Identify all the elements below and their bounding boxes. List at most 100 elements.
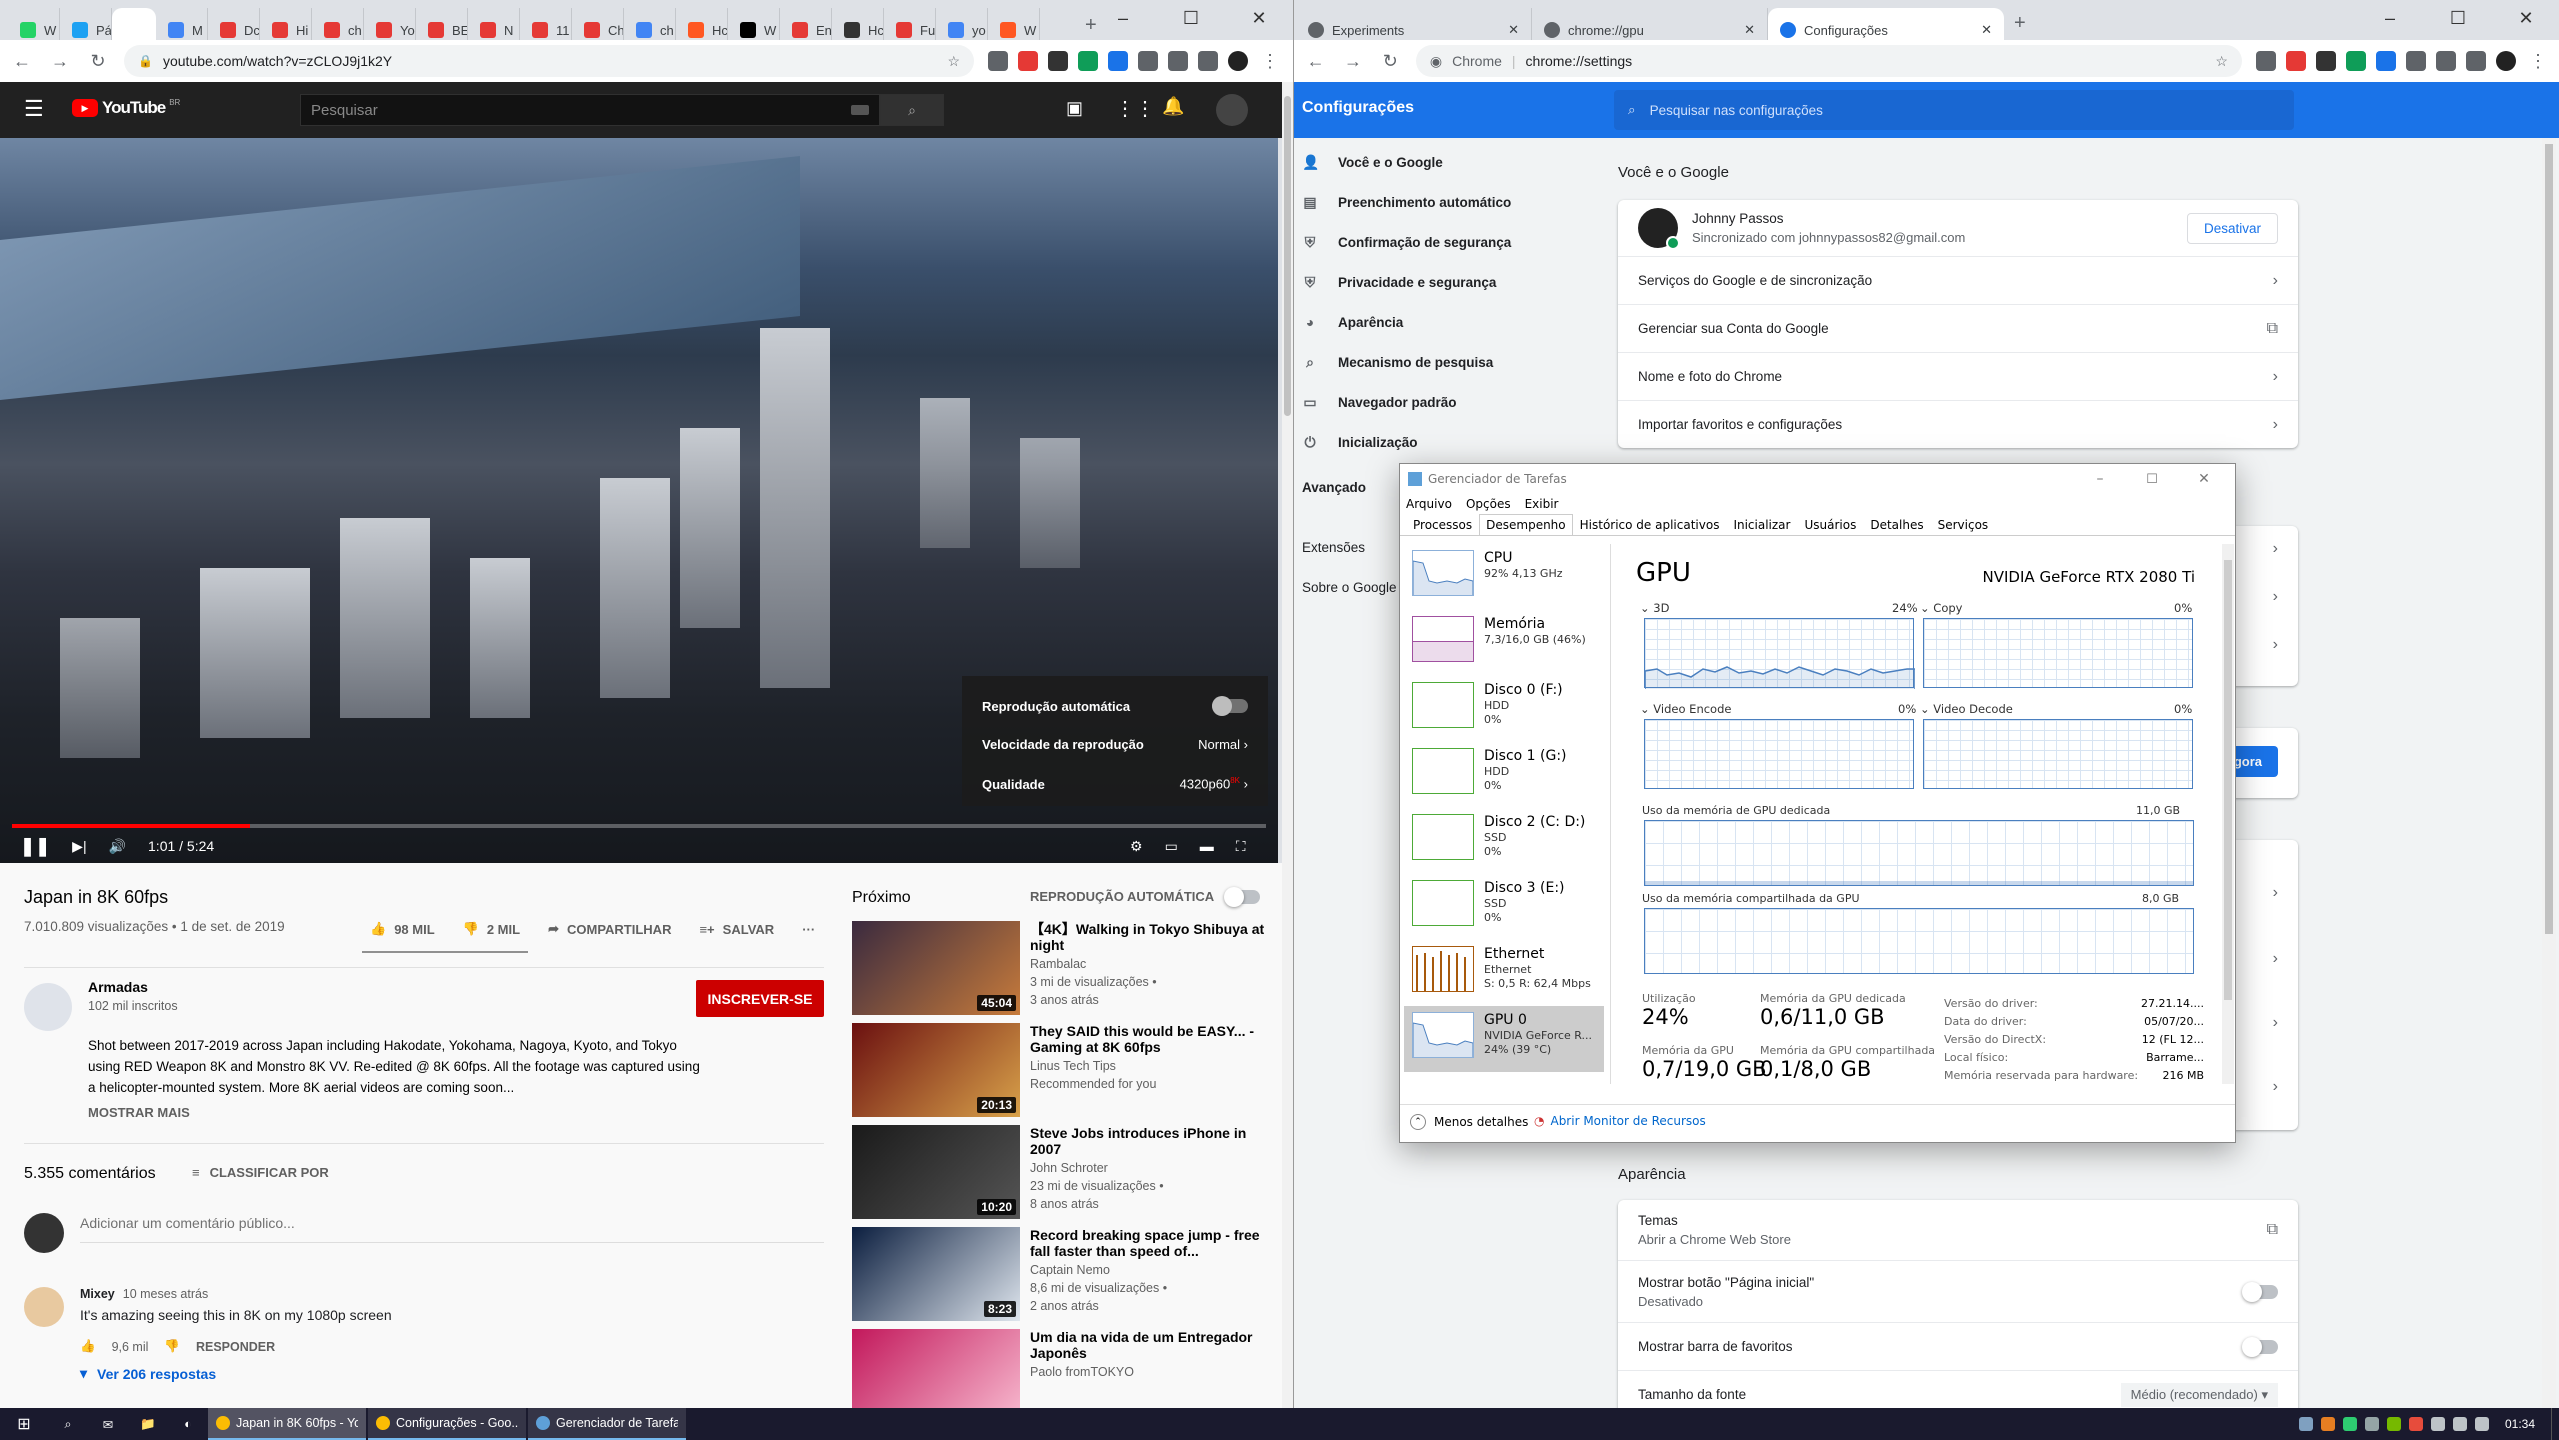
maximize-icon[interactable]: ☐	[1157, 0, 1225, 36]
media-icon[interactable]	[1198, 51, 1218, 71]
nav-item[interactable]: ⛨ Confirmação de segurança	[1296, 222, 1576, 262]
chevron-right-icon[interactable]: ›	[2273, 884, 2278, 902]
volume-icon[interactable]: 🔊	[109, 838, 126, 855]
extension-icon[interactable]	[2375, 51, 2396, 71]
nav-item[interactable]: 👤 Você e o Google	[1296, 142, 1576, 182]
puzzle-icon[interactable]	[1168, 51, 1188, 71]
profile-avatar[interactable]	[2495, 51, 2516, 71]
resource-item[interactable]: CPU 92% 4,13 GHz	[1404, 544, 1604, 610]
tray-icon[interactable]	[2408, 1417, 2423, 1431]
tray-icon[interactable]	[2452, 1417, 2467, 1431]
tray-icon[interactable]	[2430, 1417, 2445, 1431]
settings-search-input[interactable]: ⌕ Pesquisar nas configurações	[1614, 90, 2294, 130]
media-icon[interactable]	[2465, 51, 2486, 71]
show-more-button[interactable]: MOSTRAR MAIS	[88, 1105, 190, 1120]
font-size-select[interactable]: Médio (recomendado) ▾	[2120, 1382, 2278, 1407]
view-replies-button[interactable]: ▾ Ver 206 respostas	[80, 1365, 216, 1382]
search-input[interactable]: Pesquisar	[300, 94, 880, 126]
home-button-row[interactable]: Mostrar botão "Página inicial" Desativado	[1618, 1260, 2298, 1322]
extension-icon[interactable]	[1078, 51, 1098, 71]
tab-inicializar[interactable]: Inicializar	[1726, 514, 1797, 536]
extension-icon[interactable]	[1138, 51, 1158, 71]
chevron-right-icon[interactable]: ›	[2273, 1078, 2278, 1096]
tray-icon[interactable]	[2320, 1417, 2335, 1431]
panel-scrollbar[interactable]	[2222, 544, 2234, 1084]
home-button-toggle[interactable]	[2242, 1281, 2278, 1302]
minimize-icon[interactable]: –	[1089, 0, 1157, 36]
video-thumbnail[interactable]: 20:13	[852, 1023, 1020, 1117]
mail-icon[interactable]: ✉	[88, 1417, 128, 1432]
back-icon[interactable]: ←	[1304, 51, 1327, 72]
tray-icon[interactable]	[2298, 1417, 2313, 1431]
menu-dots-icon[interactable]: ⋮	[2526, 51, 2550, 72]
apps-grid-icon[interactable]: ⋮⋮	[1115, 96, 1155, 121]
extension-icon[interactable]	[2255, 51, 2276, 71]
maximize-icon[interactable]: ☐	[2424, 0, 2492, 36]
nav-item[interactable]: ◕ Aparência	[1296, 302, 1576, 342]
address-bar[interactable]: ◉ Chrome | chrome://settings ☆	[1415, 45, 2242, 77]
sort-comments-button[interactable]: ≡ CLASSIFICAR POR	[192, 1165, 329, 1180]
video-thumbnail[interactable]: 10:20	[852, 1125, 1020, 1219]
reload-icon[interactable]: ↻	[1379, 51, 1402, 72]
profile-avatar[interactable]	[1228, 51, 1248, 71]
video-thumbnail[interactable]: 45:04	[852, 921, 1020, 1015]
chevron-right-icon[interactable]: ›	[2273, 540, 2278, 558]
extension-icon[interactable]	[1108, 51, 1128, 71]
bookmark-star-icon[interactable]: ☆	[947, 53, 960, 70]
resource-item[interactable]: Disco 0 (F:) HDD 0%	[1404, 676, 1604, 742]
progress-bar[interactable]	[12, 824, 1266, 828]
youtube-logo[interactable]: ▶ YouTube BR	[72, 98, 180, 118]
nav-extensions[interactable]: Extensões	[1302, 540, 1365, 555]
new-tab-button[interactable]: +	[2014, 12, 2026, 35]
name-photo-row[interactable]: Nome e foto do Chrome ›	[1618, 352, 2298, 400]
show-desktop-button[interactable]	[2551, 1408, 2559, 1440]
nav-item[interactable]: ⌕ Mecanismo de pesquisa	[1296, 342, 1576, 382]
dislike-button[interactable]: 👎 2 MIL	[463, 921, 520, 937]
recommended-video[interactable]: Um dia na vida de um Entregador Japonês P…	[852, 1329, 1272, 1408]
next-icon[interactable]: ▶|	[72, 838, 86, 855]
like-button[interactable]: 👍 98 MIL	[370, 921, 435, 937]
close-icon[interactable]: ✕	[2181, 471, 2227, 487]
tray-icon[interactable]	[2342, 1417, 2357, 1431]
video-thumbnail[interactable]	[852, 1329, 1020, 1408]
subscribe-button[interactable]: INSCREVER-SE	[696, 980, 824, 1017]
quality-setting[interactable]: Qualidade 4320p608K ›	[982, 764, 1248, 804]
sync-services-row[interactable]: Serviços do Google e de sincronização ›	[1618, 256, 2298, 304]
create-video-icon[interactable]: ▣	[1066, 98, 1083, 119]
bookmark-star-icon[interactable]: ☆	[2215, 53, 2228, 70]
edge-icon[interactable]: ◐	[168, 1417, 208, 1431]
page-scrollbar[interactable]	[1282, 82, 1293, 1408]
forward-icon[interactable]: →	[1341, 51, 1364, 72]
resource-item[interactable]: Ethernet Ethernet S: 0,5 R: 62,4 Mbps	[1404, 940, 1604, 1006]
nav-item[interactable]: ▤ Preenchimento automático	[1296, 182, 1576, 222]
extension-icon[interactable]	[2345, 51, 2366, 71]
volume-icon[interactable]	[2474, 1417, 2489, 1431]
video-thumbnail[interactable]: 8:23	[852, 1227, 1020, 1321]
settings-gear-icon[interactable]: ⚙	[1130, 838, 1143, 855]
puzzle-icon[interactable]	[2435, 51, 2456, 71]
resource-monitor-link[interactable]: ◔ Abrir Monitor de Recursos	[1534, 1114, 1706, 1128]
nav-about-chrome[interactable]: Sobre o Google C	[1302, 580, 1410, 595]
notifications-bell-icon[interactable]: 🔔	[1162, 96, 1184, 117]
address-bar[interactable]: 🔒 youtube.com/watch?v=zCLOJ9j1k2Y ☆	[124, 45, 974, 77]
search-icon[interactable]: ⌕	[48, 1417, 88, 1432]
import-bookmarks-row[interactable]: Importar favoritos e configurações ›	[1618, 400, 2298, 448]
nav-advanced[interactable]: Avançado	[1302, 480, 1366, 495]
resource-item[interactable]: GPU 0 NVIDIA GeForce R... 24% (39 °C)	[1404, 1006, 1604, 1072]
search-button[interactable]: ⌕	[880, 94, 944, 126]
more-actions-icon[interactable]: ···	[802, 922, 815, 937]
extension-icon[interactable]	[2285, 51, 2306, 71]
tab-detalhes[interactable]: Detalhes	[1863, 514, 1930, 536]
menu-item[interactable]: Opções	[1466, 497, 1511, 511]
tab-servi-os[interactable]: Serviços	[1931, 514, 1996, 536]
chevron-right-icon[interactable]: ›	[2273, 1014, 2278, 1032]
close-tab-icon[interactable]: ✕	[1981, 22, 1992, 38]
minimize-icon[interactable]: –	[2356, 0, 2424, 36]
extension-icon[interactable]	[2405, 51, 2426, 71]
nav-item[interactable]: ▭ Navegador padrão	[1296, 382, 1576, 422]
share-button[interactable]: ➦ COMPARTILHAR	[548, 921, 671, 937]
menu-dots-icon[interactable]: ⋮	[1258, 51, 1282, 72]
pause-icon[interactable]: ❚❚	[20, 836, 50, 857]
tab-hist-rico-de-aplicativos[interactable]: Histórico de aplicativos	[1573, 514, 1727, 536]
channel-name[interactable]: Armadas	[88, 979, 148, 995]
